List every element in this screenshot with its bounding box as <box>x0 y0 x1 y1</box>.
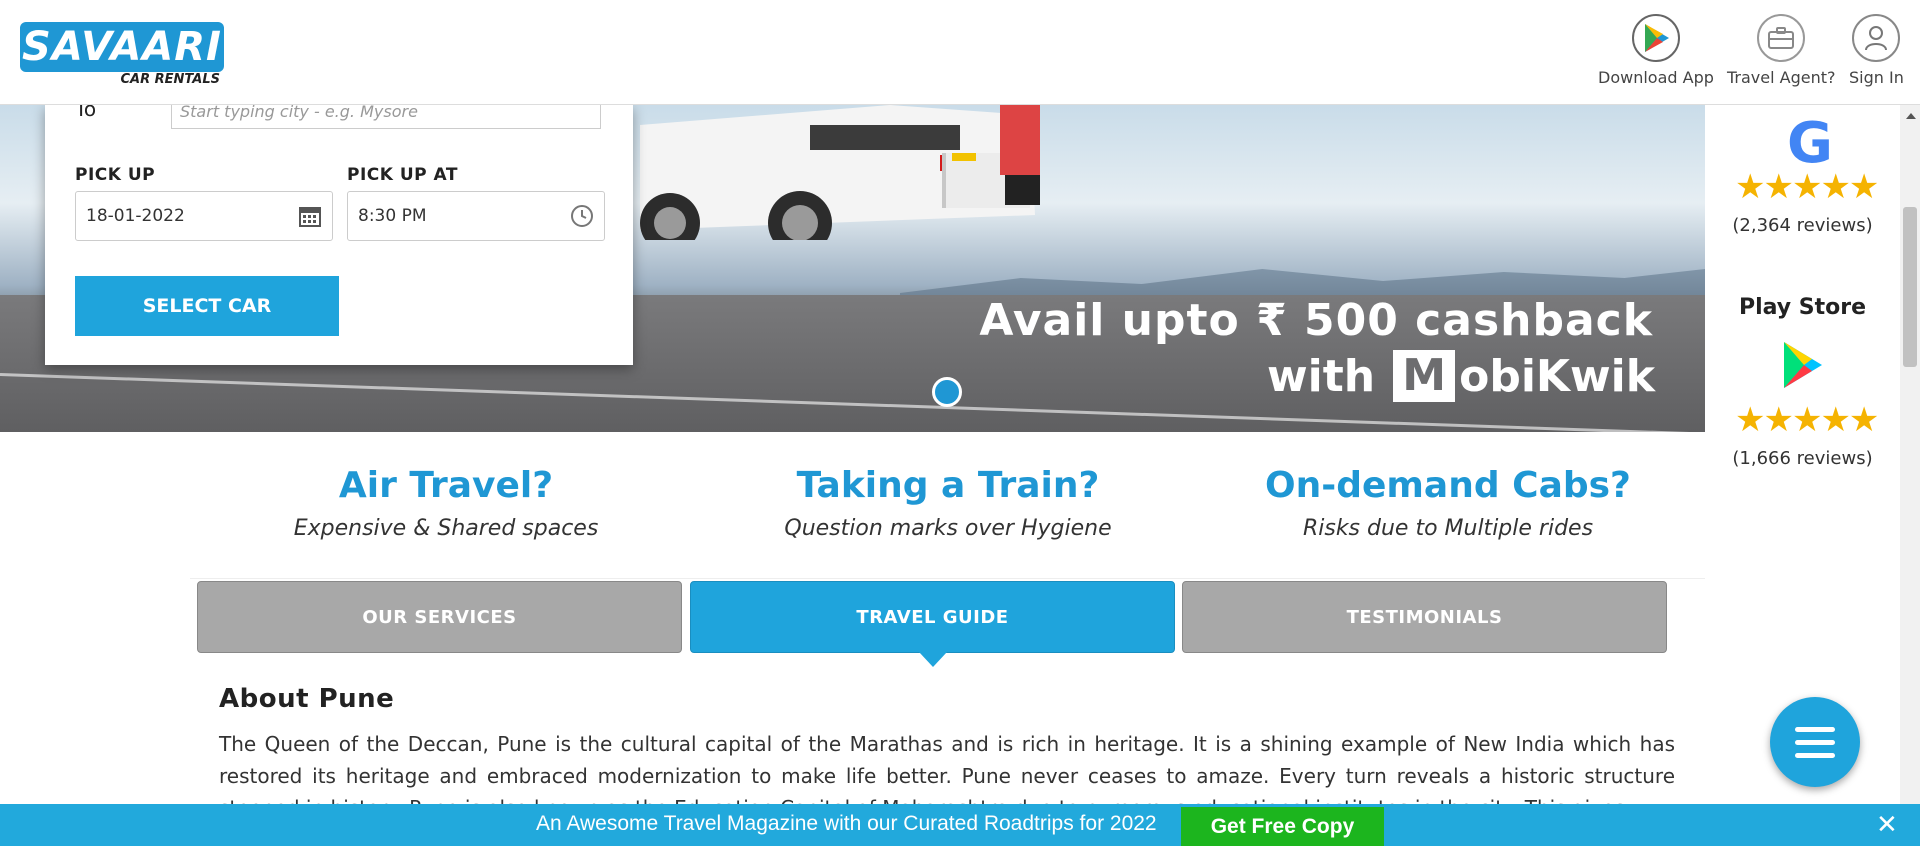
feature-cabs: On-demand Cabs? Risks due to Multiple ri… <box>1198 465 1698 541</box>
booking-form: To Start typing city - e.g. Mysore PICK … <box>45 95 633 365</box>
feature-air-travel: Air Travel? Expensive & Shared spaces <box>196 465 696 541</box>
google-stars: ★★★★★ <box>1735 167 1879 207</box>
clock-icon <box>571 205 593 227</box>
scroll-thumb[interactable] <box>1903 207 1917 367</box>
pickup-date-label: PICK UP <box>75 165 156 185</box>
hamburger-icon <box>1795 752 1835 758</box>
travel-agent-label: Travel Agent? <box>1727 68 1836 87</box>
hero-car-image <box>640 105 1040 240</box>
get-free-copy-button[interactable]: Get Free Copy <box>1181 807 1384 846</box>
play-store-icon <box>1784 342 1822 388</box>
mobikwik-logo: M obiKwik <box>1393 350 1655 402</box>
logo-text: SAVAARI <box>20 22 224 72</box>
sign-in-label: Sign In <box>1849 68 1904 87</box>
magazine-banner: An Awesome Travel Magazine with our Cura… <box>0 804 1920 846</box>
scrollbar[interactable] <box>1900 105 1920 846</box>
feature-subtitle: Question marks over Hygiene <box>784 516 1112 541</box>
feature-title: Air Travel? <box>338 465 554 506</box>
menu-fab-button[interactable] <box>1770 697 1860 787</box>
tab-our-services[interactable]: OUR SERVICES <box>197 581 682 653</box>
download-app-link[interactable]: Download App <box>1598 14 1714 87</box>
tab-testimonials[interactable]: TESTIMONIALS <box>1182 581 1667 653</box>
feature-title: Taking a Train? <box>796 465 1100 506</box>
promo-text-brand: with M obiKwik <box>1267 350 1655 402</box>
divider <box>190 578 1705 579</box>
select-car-button[interactable]: SELECT CAR <box>75 276 339 336</box>
banner-text: An Awesome Travel Magazine with our Cura… <box>536 812 1157 835</box>
playstore-title: Play Store <box>1738 295 1867 320</box>
play-store-icon <box>1631 14 1680 62</box>
pickup-time-field[interactable]: 8:30 PM <box>347 191 605 241</box>
travel-agent-link[interactable]: Travel Agent? <box>1727 14 1836 87</box>
pickup-time-value: 8:30 PM <box>358 206 427 226</box>
page: SAVAARI CAR RENTALS Download App Travel … <box>0 0 1920 846</box>
close-icon[interactable]: ✕ <box>1876 812 1898 838</box>
scroll-up-arrow-icon[interactable] <box>1906 113 1916 119</box>
mobikwik-m: M <box>1393 350 1456 402</box>
logo-subtitle: CAR RENTALS <box>120 72 220 87</box>
playstore-stars: ★★★★★ <box>1735 400 1879 440</box>
briefcase-icon <box>1757 14 1806 62</box>
promo-text: Avail upto ₹ 500 cashback <box>979 295 1653 346</box>
feature-subtitle: Risks due to Multiple rides <box>1302 516 1594 541</box>
feature-train: Taking a Train? Question marks over Hygi… <box>698 465 1198 541</box>
pickup-date-value: 18-01-2022 <box>86 206 185 226</box>
about-title: About Pune <box>219 684 395 714</box>
pickup-date-field[interactable]: 18-01-2022 <box>75 191 333 241</box>
carousel-dot[interactable] <box>932 377 962 407</box>
tab-travel-guide[interactable]: TRAVEL GUIDE <box>690 581 1175 653</box>
sign-in-link[interactable]: Sign In <box>1849 14 1904 87</box>
site-header: SAVAARI CAR RENTALS Download App Travel … <box>0 0 1920 105</box>
promo-with: with <box>1267 350 1376 402</box>
google-reviews: (2,364 reviews) <box>1732 215 1873 236</box>
feature-subtitle: Expensive & Shared spaces <box>293 516 599 541</box>
feature-title: On-demand Cabs? <box>1265 465 1631 506</box>
savaari-logo[interactable]: SAVAARI CAR RENTALS <box>20 22 224 88</box>
pickup-time-label: PICK UP AT <box>347 165 458 185</box>
mobikwik-name: obiKwik <box>1459 350 1655 402</box>
user-icon <box>1852 14 1901 62</box>
download-app-label: Download App <box>1598 68 1714 87</box>
playstore-reviews: (1,666 reviews) <box>1732 448 1873 469</box>
hamburger-icon <box>1795 739 1835 745</box>
calendar-icon <box>299 207 321 227</box>
hamburger-icon <box>1795 726 1835 732</box>
active-tab-pointer <box>919 652 947 667</box>
